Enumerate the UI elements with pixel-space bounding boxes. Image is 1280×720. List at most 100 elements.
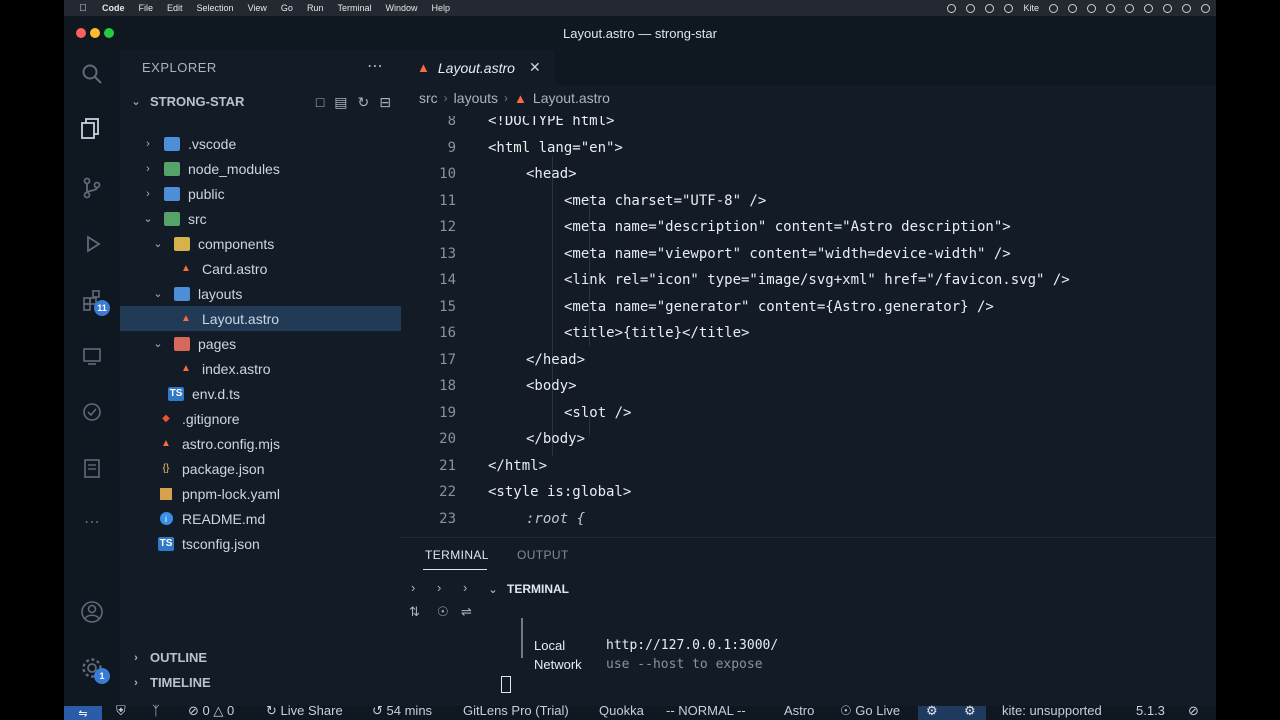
apple-icon[interactable]: : [76, 3, 90, 14]
breadcrumb-file[interactable]: Layout.astro: [533, 90, 610, 106]
git-branch-icon[interactable]: ᛉ: [152, 703, 160, 718]
workspace-root[interactable]: ⌄ STRONG-STAR: [130, 94, 244, 109]
notes-icon[interactable]: [78, 454, 106, 482]
tree-item-astro-config[interactable]: ▲ astro.config.mjs: [120, 431, 401, 456]
kite-tray-label[interactable]: Kite: [1023, 3, 1039, 13]
tray-icon[interactable]: [1125, 3, 1134, 13]
kite-status[interactable]: kite: unsupported: [1002, 703, 1102, 718]
remote-icon[interactable]: ⇋: [64, 706, 102, 720]
tree-item-node-modules[interactable]: › node_modules: [120, 156, 401, 181]
gitlens-status[interactable]: GitLens Pro (Trial): [463, 703, 569, 718]
tab-terminal[interactable]: TERMINAL: [425, 548, 489, 562]
terminal-header[interactable]: ⌄ TERMINAL: [487, 582, 569, 596]
tree-item-src[interactable]: ⌄ src: [120, 206, 401, 231]
prettier-icon[interactable]: ⊘: [1188, 703, 1199, 719]
tree-item-public[interactable]: › public: [120, 181, 401, 206]
language-mode[interactable]: Astro: [784, 703, 814, 718]
timeline-section[interactable]: › TIMELINE: [130, 675, 211, 690]
tab-output[interactable]: OUTPUT: [517, 548, 569, 562]
local-url[interactable]: http://127.0.0.1:3000/: [606, 638, 778, 653]
outline-section[interactable]: › OUTLINE: [130, 650, 207, 665]
more-actions-icon[interactable]: ⋯: [367, 56, 383, 76]
tray-icon[interactable]: [966, 3, 976, 13]
chevron-right-icon[interactable]: ›: [463, 580, 467, 595]
menu-help[interactable]: Help: [431, 3, 450, 13]
tree-item-pages[interactable]: ⌄ pages: [120, 331, 401, 356]
gear-icon[interactable]: 1: [78, 654, 110, 684]
menu-terminal[interactable]: Terminal: [337, 3, 371, 13]
extensions-icon[interactable]: 11: [78, 286, 110, 316]
testing-icon[interactable]: [78, 398, 106, 426]
explorer-icon[interactable]: [78, 114, 106, 142]
accounts-icon[interactable]: [78, 598, 106, 626]
new-file-icon[interactable]: □: [316, 94, 324, 111]
zoom-window-button[interactable]: [104, 28, 114, 38]
run-debug-icon[interactable]: [78, 230, 106, 258]
close-window-button[interactable]: [76, 28, 86, 38]
menu-selection[interactable]: Selection: [197, 3, 234, 13]
quokka-status[interactable]: Quokka: [599, 703, 644, 718]
tray-icon[interactable]: [1004, 3, 1014, 13]
close-icon[interactable]: ✕: [529, 59, 541, 76]
tree-item-card-astro[interactable]: ▲ Card.astro: [120, 256, 401, 281]
source-control-icon[interactable]: [78, 174, 106, 202]
menu-app[interactable]: Code: [102, 3, 125, 13]
tree-item-package-json[interactable]: {} package.json: [120, 456, 401, 481]
menu-file[interactable]: File: [139, 3, 154, 13]
time-tracker[interactable]: ↺ 54 mins: [372, 703, 432, 719]
breadcrumb-layouts[interactable]: layouts: [454, 90, 498, 106]
remote-explorer-icon[interactable]: [78, 342, 106, 370]
search-icon[interactable]: [78, 60, 106, 88]
wifi-icon[interactable]: [1163, 3, 1172, 13]
tray-icon[interactable]: [985, 3, 995, 13]
live-share-button[interactable]: ↻ Live Share: [266, 703, 343, 719]
tree-item-readme[interactable]: i README.md: [120, 506, 401, 531]
more-icon[interactable]: ⋯: [78, 508, 106, 536]
tray-icon[interactable]: [1144, 3, 1153, 13]
search-icon[interactable]: [1182, 3, 1191, 13]
tree-item-components[interactable]: ⌄ components: [120, 231, 401, 256]
line-text: </html>: [488, 458, 548, 474]
split-icon[interactable]: ⇅: [409, 604, 420, 620]
copilot-icon[interactable]: ⚙: [964, 703, 976, 719]
tray-icon[interactable]: [1087, 3, 1096, 13]
line-number: 9: [447, 140, 456, 156]
error-count: 0: [202, 703, 210, 718]
tray-icon[interactable]: [1106, 3, 1115, 13]
tree-item-pnpm-lock[interactable]: pnpm-lock.yaml: [120, 481, 401, 506]
tray-icon[interactable]: [1049, 3, 1058, 13]
chevron-right-icon[interactable]: ›: [437, 580, 441, 595]
problems-indicator[interactable]: ⊘ 0 △ 0: [188, 703, 234, 719]
collapse-all-icon[interactable]: ⊟: [379, 94, 391, 111]
menu-run[interactable]: Run: [307, 3, 324, 13]
tab-layout-astro[interactable]: ▲ Layout.astro ✕: [401, 50, 555, 85]
menu-window[interactable]: Window: [385, 3, 417, 13]
line-number: 12: [439, 219, 456, 235]
tree-item-layouts[interactable]: ⌄ layouts: [120, 281, 401, 306]
tree-item-index-astro[interactable]: ▲ index.astro: [120, 356, 401, 381]
refresh-icon[interactable]: ↻: [358, 94, 370, 111]
shield-icon[interactable]: ⛨: [116, 703, 126, 719]
tree-item-label: astro.config.mjs: [182, 435, 281, 452]
local-label: Local: [534, 638, 566, 653]
menu-view[interactable]: View: [248, 3, 267, 13]
menu-edit[interactable]: Edit: [167, 3, 183, 13]
tree-item-vscode[interactable]: › .vscode: [120, 131, 401, 156]
copilot-icon[interactable]: ⚙: [926, 703, 938, 719]
tree-item-tsconfig[interactable]: TS tsconfig.json: [120, 531, 401, 556]
code-editor[interactable]: 8 <!DOCTYPE html> 9 <html lang="en"> 10 <he…: [401, 116, 1216, 537]
go-live-button[interactable]: ☉ Go Live: [840, 703, 900, 719]
tray-icon[interactable]: [947, 3, 957, 13]
tree-item-layout-astro[interactable]: ▲ Layout.astro: [120, 306, 401, 331]
new-folder-icon[interactable]: ▤: [334, 94, 347, 111]
chevron-right-icon[interactable]: ›: [411, 580, 415, 595]
menu-go[interactable]: Go: [281, 3, 293, 13]
tree-item-gitignore[interactable]: ◆ .gitignore: [120, 406, 401, 431]
minimize-window-button[interactable]: [90, 28, 100, 38]
git-commit-icon[interactable]: ☉: [437, 604, 449, 620]
tray-icon[interactable]: [1068, 3, 1077, 13]
git-compare-icon[interactable]: ⇌: [461, 604, 472, 620]
breadcrumb-src[interactable]: src: [419, 90, 438, 106]
tree-item-env-d-ts[interactable]: TS env.d.ts: [120, 381, 401, 406]
control-center-icon[interactable]: [1201, 3, 1210, 13]
